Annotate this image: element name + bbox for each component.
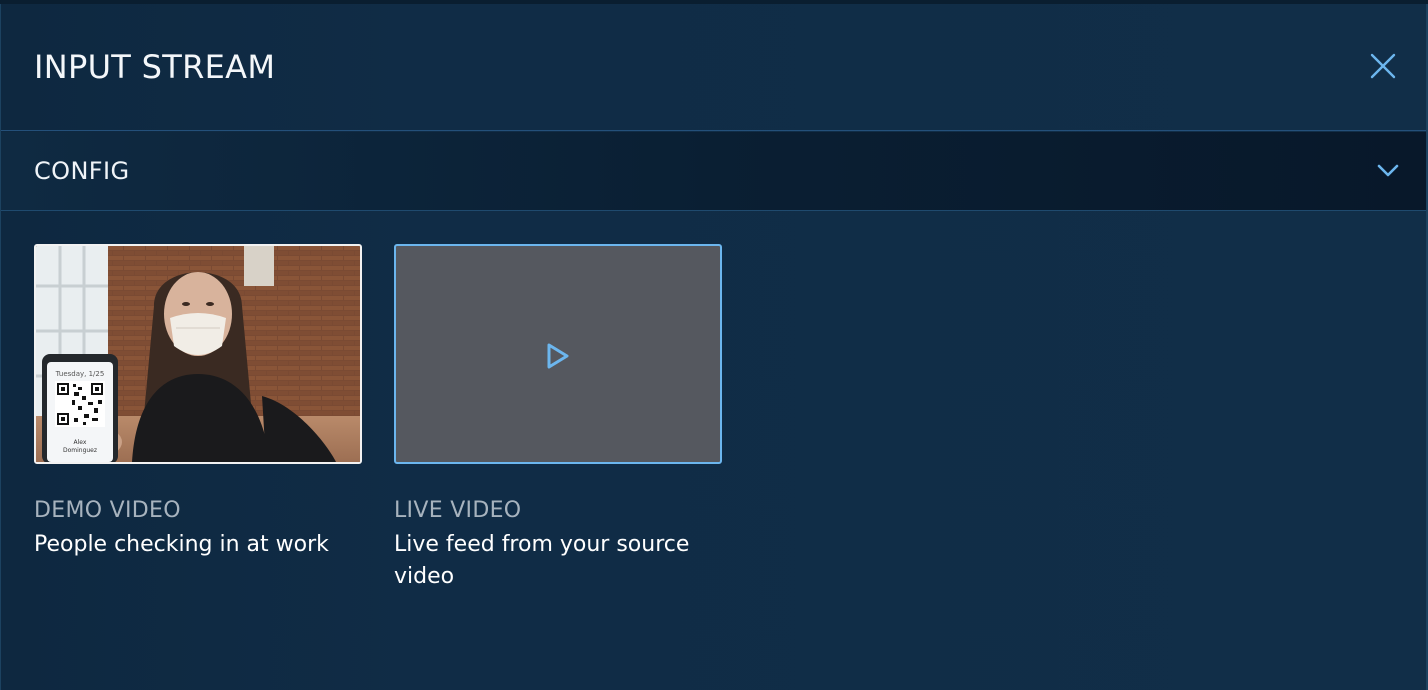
live-video-kicker: LIVE VIDEO [394, 498, 522, 523]
live-video-thumbnail[interactable] [394, 244, 722, 464]
input-stream-panel: INPUT STREAM CONFIG Tuesday, 1/25 Alex D… [0, 4, 1428, 690]
demo-video-option[interactable]: Tuesday, 1/25 Alex Dominguez DEMO VIDEO … [34, 244, 362, 561]
chevron-down-icon[interactable] [1375, 160, 1401, 182]
svg-text:Tuesday, 1/25: Tuesday, 1/25 [55, 370, 105, 378]
demo-video-image: Tuesday, 1/25 Alex Dominguez [36, 246, 360, 462]
config-label: CONFIG [34, 157, 130, 185]
play-icon[interactable] [545, 342, 571, 370]
live-video-option[interactable]: LIVE VIDEO Live feed from your source vi… [394, 244, 722, 593]
svg-text:Dominguez: Dominguez [63, 447, 97, 454]
demo-video-thumbnail[interactable]: Tuesday, 1/25 Alex Dominguez [34, 244, 362, 464]
close-icon [1370, 53, 1396, 79]
demo-video-kicker: DEMO VIDEO [34, 498, 181, 523]
svg-text:Alex: Alex [74, 439, 87, 446]
panel-title: INPUT STREAM [34, 48, 276, 86]
panel-header: INPUT STREAM [1, 4, 1426, 131]
live-video-description: Live feed from your source video [394, 532, 690, 589]
demo-video-description: People checking in at work [34, 532, 329, 557]
close-button[interactable] [1365, 48, 1401, 84]
config-section-toggle[interactable]: CONFIG [1, 132, 1426, 211]
